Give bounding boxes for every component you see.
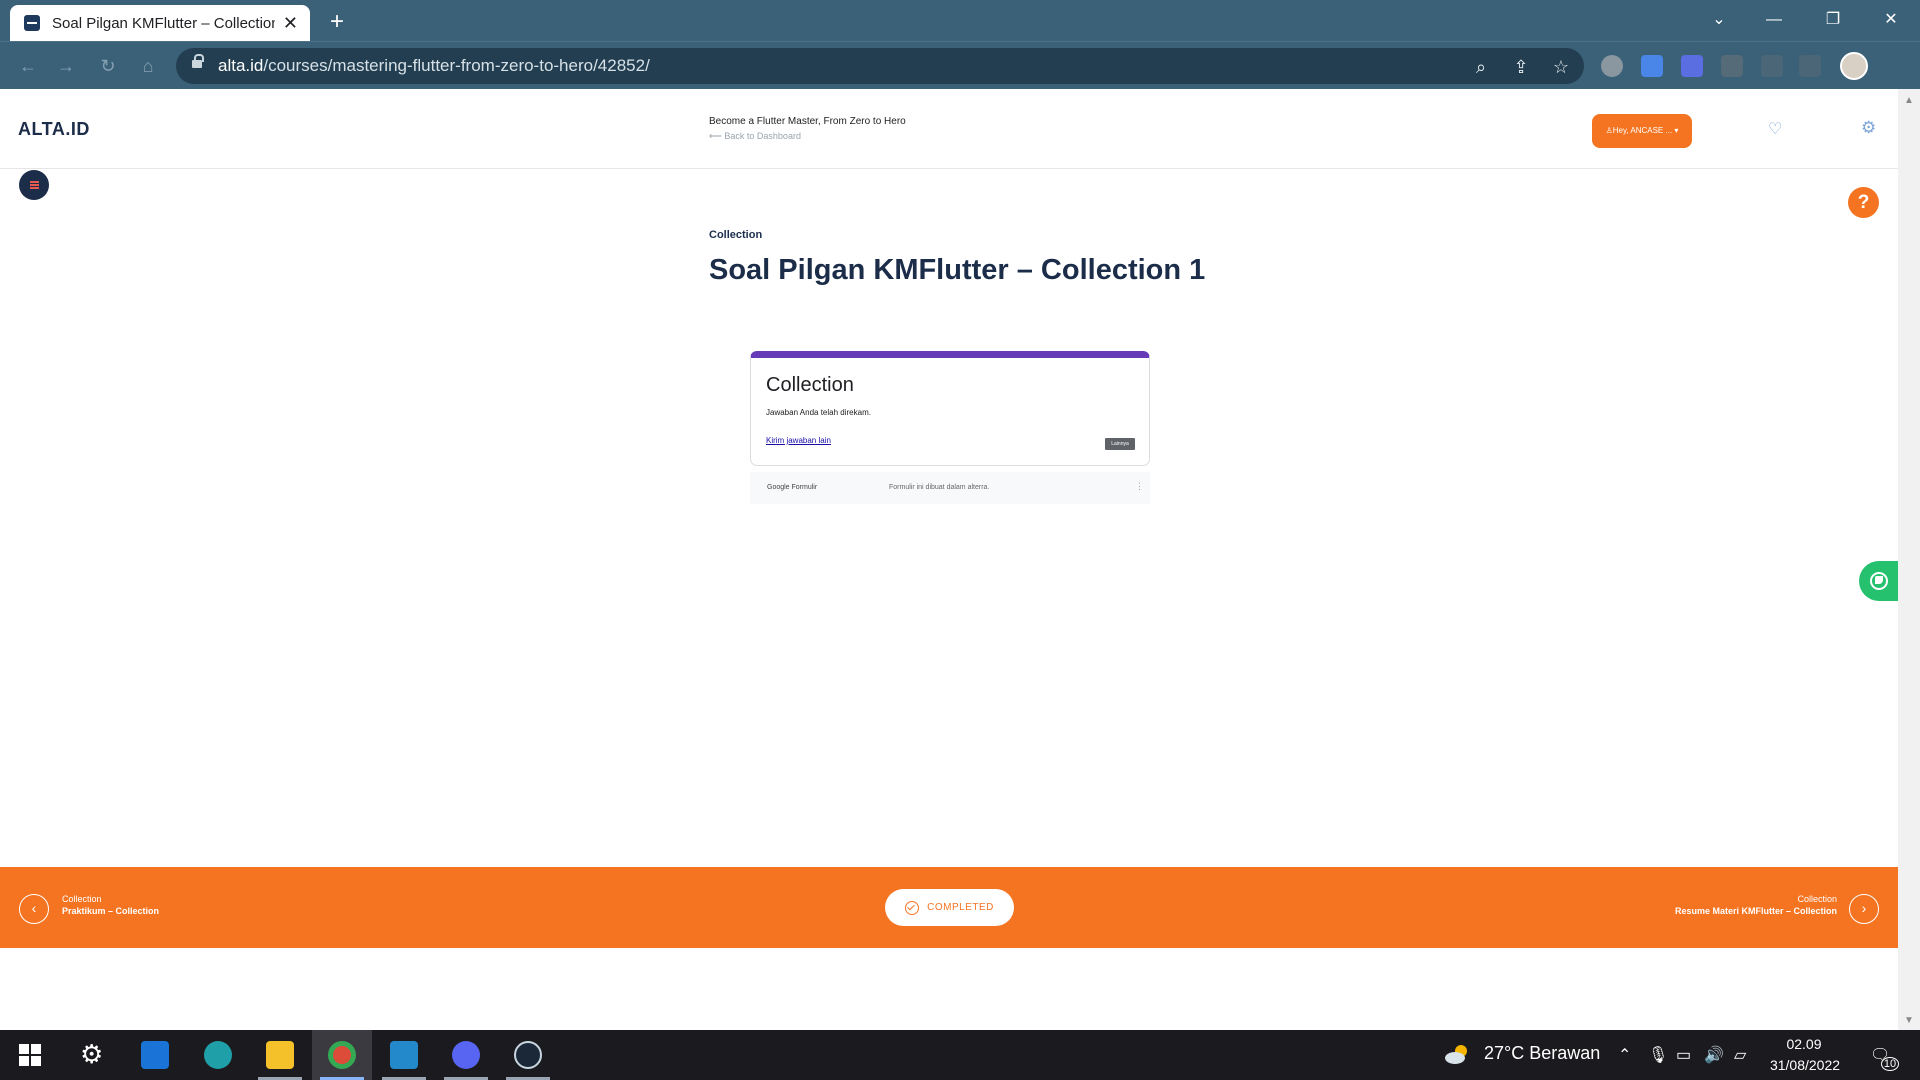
form-more-button[interactable]: Lainnya <box>1105 438 1135 450</box>
chevron-up-icon[interactable]: ⌃ <box>1618 1045 1631 1065</box>
reading-list-icon[interactable] <box>1761 55 1783 77</box>
lesson-navigation-bar: ‹ Collection Praktikum – Collection COMP… <box>0 867 1898 948</box>
forward-icon[interactable]: → <box>52 52 80 80</box>
side-panel-icon[interactable] <box>1799 55 1821 77</box>
scroll-up-icon[interactable]: ▲ <box>1904 95 1914 106</box>
lock-icon <box>192 54 204 71</box>
page-scrollbar[interactable]: ▲ ▼ <box>1898 89 1920 1030</box>
caret-down-icon: ▾ <box>1674 126 1679 135</box>
browser-tab-strip: Soal Pilgan KMFlutter – Collection ✕ + ⌄… <box>0 0 1920 41</box>
web-page: ALTA.ID Become a Flutter Master, From Ze… <box>0 89 1899 1030</box>
volume-icon[interactable]: 🔊 <box>1704 1045 1724 1065</box>
extension-music-icon[interactable] <box>1601 55 1623 77</box>
share-icon[interactable]: ⇪ <box>1510 56 1532 78</box>
course-title: Become a Flutter Master, From Zero to He… <box>709 116 906 127</box>
tab-close-icon[interactable]: ✕ <box>283 14 298 32</box>
google-form-card: Collection Jawaban Anda telah direkam. K… <box>750 351 1150 466</box>
clock-date[interactable]: 31/08/2022 <box>1764 1057 1846 1073</box>
kebab-menu-icon[interactable]: ⋮ <box>1135 481 1144 492</box>
taskbar-file-explorer[interactable] <box>250 1030 310 1080</box>
settings-gear-icon: ⚙ <box>80 1039 104 1069</box>
prev-lesson-button[interactable]: ‹ <box>19 894 49 924</box>
arrow-left-icon: ⟵ <box>709 131 725 141</box>
browser-tab[interactable]: Soal Pilgan KMFlutter – Collection ✕ <box>10 5 310 41</box>
next-lesson-button[interactable]: › <box>1849 894 1879 924</box>
site-favicon-icon <box>24 15 40 31</box>
user-menu-button[interactable]: ♙Hey, ANCASE ... ▾ <box>1592 114 1692 148</box>
new-tab-button[interactable]: + <box>322 7 352 37</box>
back-to-dashboard-link[interactable]: ⟵ Back to Dashboard <box>709 131 801 142</box>
notification-count-badge: 10 <box>1881 1057 1899 1071</box>
user-icon: ♙ <box>1605 126 1613 135</box>
scroll-down-icon[interactable]: ▼ <box>1904 1015 1914 1026</box>
google-form-footer: Google Formulir Formulir ini dibuat dala… <box>750 472 1150 504</box>
section-label: Collection <box>709 229 763 241</box>
start-button[interactable] <box>0 1030 60 1080</box>
home-icon[interactable]: ⌂ <box>134 52 162 80</box>
taskbar-edge[interactable] <box>188 1030 248 1080</box>
folder-icon <box>266 1041 294 1069</box>
zoom-icon[interactable]: ⌕ <box>1470 56 1492 78</box>
form-heading: Collection <box>766 374 854 396</box>
lesson-title: Soal Pilgan KMFlutter – Collection 1 <box>709 254 1206 286</box>
check-circle-icon <box>905 900 920 915</box>
reload-icon[interactable]: ↻ <box>94 52 122 80</box>
site-header: ALTA.ID Become a Flutter Master, From Ze… <box>0 89 1898 169</box>
help-button[interactable]: ? <box>1848 187 1879 218</box>
edge-icon <box>204 1041 232 1069</box>
gear-icon[interactable]: ⚙ <box>1861 118 1881 138</box>
windows-taskbar: ⚙ 27°C Berawan ⌃ 🎙 ▭ 🔊 ▱ 02.09 31/08/202… <box>0 1030 1920 1080</box>
form-response-message: Jawaban Anda telah direkam. <box>766 408 871 417</box>
weather-cloudy-icon <box>1445 1045 1467 1064</box>
address-bar[interactable]: alta.id/courses/mastering-flutter-from-z… <box>176 48 1584 84</box>
curriculum-list-toggle[interactable] <box>19 170 49 200</box>
taskbar-settings[interactable]: ⚙ <box>62 1030 122 1080</box>
weather-text[interactable]: 27°C Berawan <box>1484 1043 1600 1064</box>
completed-button[interactable]: COMPLETED <box>885 889 1014 926</box>
taskbar-chrome[interactable] <box>312 1030 372 1080</box>
steam-icon <box>514 1041 542 1069</box>
microphone-icon[interactable]: 🎙 <box>1648 1045 1668 1065</box>
taskbar-mail[interactable] <box>125 1030 185 1080</box>
form-footer-note: Formulir ini dibuat dalam alterra. <box>889 484 990 491</box>
url-text: alta.id/courses/mastering-flutter-from-z… <box>218 56 650 75</box>
bookmark-star-icon[interactable]: ☆ <box>1550 56 1572 78</box>
next-lesson-title[interactable]: Resume Materi KMFlutter – Collection <box>1675 906 1837 916</box>
google-forms-brand[interactable]: Google Formulir <box>767 484 817 491</box>
tab-title: Soal Pilgan KMFlutter – Collection <box>52 14 275 32</box>
restore-button[interactable]: ❐ <box>1810 6 1856 34</box>
whatsapp-button[interactable] <box>1859 561 1899 601</box>
chrome-icon <box>328 1041 356 1069</box>
site-logo[interactable]: ALTA.ID <box>18 119 90 140</box>
extension-teams-icon[interactable] <box>1681 55 1703 77</box>
prev-lesson-title[interactable]: Praktikum – Collection <box>62 906 159 916</box>
mail-icon <box>141 1041 169 1069</box>
network-icon[interactable]: ▱ <box>1734 1045 1746 1065</box>
prev-lesson-section: Collection <box>62 894 102 904</box>
extension-upload-icon[interactable] <box>1721 55 1743 77</box>
discord-icon <box>452 1041 480 1069</box>
back-icon[interactable]: ← <box>14 52 42 80</box>
clock-time[interactable]: 02.09 <box>1770 1036 1838 1052</box>
taskbar-vscode[interactable] <box>374 1030 434 1080</box>
heart-icon[interactable]: ♡ <box>1768 119 1788 139</box>
close-window-button[interactable]: ✕ <box>1868 6 1914 34</box>
vscode-icon <box>390 1041 418 1069</box>
battery-icon[interactable]: ▭ <box>1676 1045 1691 1065</box>
browser-toolbar: ← → ↻ ⌂ alta.id/courses/mastering-flutte… <box>0 41 1920 89</box>
extension-translate-icon[interactable] <box>1641 55 1663 77</box>
list-icon <box>30 181 39 183</box>
minimize-button[interactable]: — <box>1751 6 1797 34</box>
tab-search-icon[interactable]: ⌄ <box>1696 6 1742 34</box>
taskbar-discord[interactable] <box>436 1030 496 1080</box>
profile-avatar[interactable] <box>1840 52 1868 80</box>
submit-another-response-link[interactable]: Kirim jawaban lain <box>766 436 831 445</box>
windows-logo-icon <box>19 1044 41 1066</box>
taskbar-steam[interactable] <box>498 1030 558 1080</box>
next-lesson-section: Collection <box>1797 894 1837 904</box>
